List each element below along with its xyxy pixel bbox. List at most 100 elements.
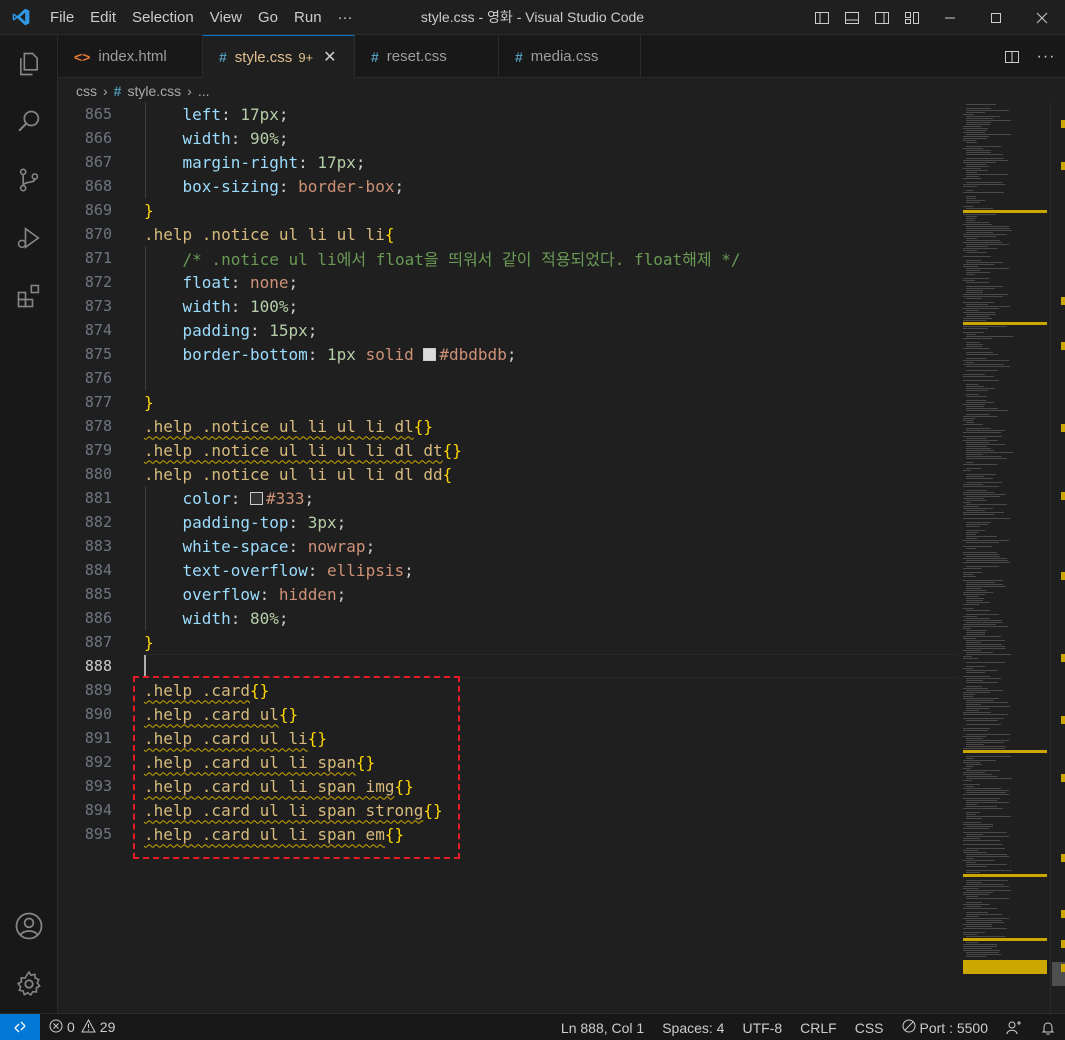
code-token: : [230, 296, 250, 316]
minimap-line [966, 386, 984, 387]
minimap-line [963, 440, 998, 441]
menu-item[interactable]: Go [250, 0, 286, 35]
maximize-button[interactable] [973, 0, 1019, 35]
run-and-debug-icon[interactable] [0, 209, 58, 267]
code-token: : [288, 536, 308, 556]
minimap-line [966, 646, 1005, 647]
minimap-line [966, 556, 1000, 557]
indentation[interactable]: Spaces: 4 [653, 1014, 733, 1040]
customize-layout-icon[interactable] [897, 0, 927, 35]
code-token: ; [288, 272, 299, 292]
tab-media-css[interactable]: # media.css [499, 35, 641, 78]
menu-item[interactable]: Edit [82, 0, 124, 35]
toggle-primary-sidebar-icon[interactable] [807, 0, 837, 35]
minimap-line [963, 376, 994, 377]
code-line: 874 padding: 15px; [58, 318, 958, 342]
minimap-line [963, 380, 999, 381]
source-control-icon[interactable] [0, 151, 58, 209]
code-text: box-sizing: border-box; [144, 176, 405, 196]
split-editor-icon[interactable] [997, 39, 1027, 74]
minimap-line [963, 432, 1001, 433]
tab-reset-css[interactable]: # reset.css [355, 35, 499, 78]
end-of-line[interactable]: CRLF [791, 1014, 846, 1040]
menu-item[interactable]: ··· [330, 0, 361, 35]
tab-style-css[interactable]: # style.css 9+ ✕ [203, 35, 355, 78]
code-token: ; [394, 176, 405, 196]
minimap-line [966, 240, 1000, 241]
minimap-line [966, 232, 993, 233]
vertical-scrollbar[interactable] [1050, 102, 1065, 1012]
breadcrumb-symbol[interactable]: ... [198, 83, 210, 99]
code-token: ; [336, 584, 347, 604]
minimap-line [966, 396, 987, 397]
minimap-line [966, 446, 987, 447]
code-line: 887} [58, 630, 958, 654]
line-number: 868 [84, 177, 112, 195]
minimap-line [963, 502, 971, 503]
minimap-line [963, 628, 971, 629]
code-token: ; [278, 608, 289, 628]
accounts-feedback-icon[interactable] [997, 1014, 1031, 1040]
scrollbar-warning-marker [1061, 297, 1065, 305]
minimap-line [966, 662, 1005, 663]
minimap-line [966, 880, 1008, 881]
language-mode[interactable]: CSS [846, 1014, 893, 1040]
close-tab-icon[interactable]: ✕ [323, 47, 336, 67]
code-token: 1px [327, 344, 356, 364]
cursor-position[interactable]: Ln 888, Col 1 [552, 1014, 653, 1040]
breadcrumb-file[interactable]: style.css [127, 83, 181, 99]
line-number: 884 [84, 561, 112, 579]
minimap-line [963, 280, 975, 281]
minimap-line [963, 852, 987, 853]
minimap-line [963, 594, 985, 595]
minimap-line [966, 450, 994, 451]
explorer-icon[interactable] [0, 35, 58, 93]
tab-index-html[interactable]: <> index.html [58, 35, 203, 78]
menu-item[interactable]: Run [286, 0, 330, 35]
breadcrumb-folder[interactable]: css [76, 83, 97, 99]
color-swatch[interactable] [423, 347, 437, 361]
line-number: 870 [84, 225, 112, 243]
encoding[interactable]: UTF-8 [733, 1014, 791, 1040]
minimap-line [966, 682, 998, 683]
minimap-line [966, 854, 1007, 855]
minimap-line [963, 436, 1002, 437]
minimap-line [963, 178, 981, 179]
minimap-line [963, 484, 983, 485]
minimap-warning-highlight [963, 210, 1047, 213]
search-icon[interactable] [0, 93, 58, 151]
color-swatch[interactable] [249, 491, 263, 505]
tab-label: style.css [234, 48, 293, 66]
minimap-line [966, 922, 1004, 923]
minimap-line [966, 598, 984, 599]
minimap-line [963, 788, 1001, 789]
minimap[interactable] [958, 102, 1050, 1012]
live-server-port[interactable]: Port : 5500 [893, 1014, 998, 1040]
minimap-line [966, 112, 985, 113]
more-actions-icon[interactable]: ··· [1027, 39, 1065, 74]
minimap-line [966, 198, 976, 199]
title-bar: File Edit Selection View Go Run ··· style.css … [0, 0, 1065, 35]
menu-item[interactable]: View [202, 0, 250, 35]
toggle-panel-icon[interactable] [837, 0, 867, 35]
close-window-button[interactable] [1019, 0, 1065, 35]
accounts-icon[interactable] [0, 897, 58, 955]
minimize-button[interactable] [927, 0, 973, 35]
extensions-icon[interactable] [0, 267, 58, 325]
problems-status[interactable]: 0 29 [40, 1014, 124, 1040]
menu-item[interactable]: File [42, 0, 82, 35]
notifications-bell-icon[interactable] [1031, 1014, 1065, 1040]
manage-gear-icon[interactable] [0, 955, 58, 1013]
minimap-line [963, 904, 990, 905]
remote-indicator-icon[interactable] [0, 1013, 40, 1040]
code-line: 877} [58, 390, 958, 414]
code-token: color [182, 488, 231, 508]
code-token: 90% [249, 128, 279, 148]
toggle-secondary-sidebar-icon[interactable] [867, 0, 897, 35]
menu-item[interactable]: Selection [124, 0, 202, 35]
minimap-line [966, 124, 990, 125]
code-editor[interactable]: 865 left: 17px; 866 width: 90%; 867 margin… [58, 102, 958, 1012]
